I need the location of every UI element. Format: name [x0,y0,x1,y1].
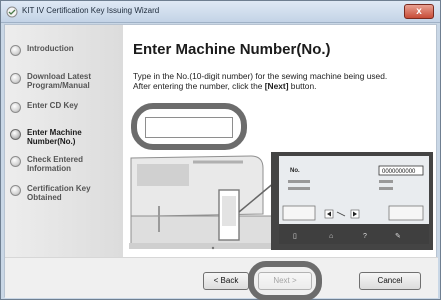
step-introduction: Introduction [10,44,119,56]
window-title: KIT IV Certification Key Issuing Wizard [22,6,160,15]
step-label: Check Entered Information [27,155,84,173]
instruction-next-emphasis: [Next] [264,81,289,91]
title-bar[interactable]: KIT IV Certification Key Issuing Wizard … [1,1,440,23]
step-label-current: Enter Machine Number(No.) [27,128,82,146]
screen-no-label: No. [290,168,300,174]
step-bullet-icon [10,45,21,56]
step-bullet-icon [10,156,21,167]
step-bullet-icon [10,185,21,196]
wizard-button-bar: < Back Next > Cancel [5,257,438,300]
next-button-label: Next > [273,276,297,285]
step-label: Introduction [27,44,74,53]
instruction-line-2-suffix: button. [288,81,317,91]
lcd-screen-image: No. 0000000000 ▯ ⌂ ? ✎ [271,152,433,250]
step-bullet-icon [10,102,21,113]
instruction-line-1: Type in the No.(10-digit number) for the… [133,71,388,81]
app-icon [6,6,18,18]
step-label: Enter CD Key [27,101,79,110]
close-icon: x [416,6,422,17]
machine-illustration: No. 0000000000 ▯ ⌂ ? ✎ [123,140,435,257]
screen-page-icon: ▯ [293,233,297,240]
step-sidebar: Introduction Download Latest Program/Man… [5,25,123,257]
step-check-info: Check Entered Information [10,155,119,173]
back-button[interactable]: < Back [203,272,249,290]
step-label: Download Latest Program/Manual [27,72,92,90]
instruction-line-2-prefix: After entering the number, click the [133,81,265,91]
screen-no-value: 0000000000 [382,169,416,175]
screen-settings-icon: ✎ [395,233,401,240]
step-enter-cd-key: Enter CD Key [10,101,119,113]
next-button[interactable]: Next > [258,272,312,290]
wizard-window: KIT IV Certification Key Issuing Wizard … [0,0,441,300]
screen-machine-icon: ⌂ [329,233,333,240]
step-enter-machine-number: Enter Machine Number(No.) [10,128,119,146]
step-label: Certification Key Obtained [27,184,91,202]
close-button[interactable]: x [404,4,434,19]
wizard-content: Introduction Download Latest Program/Man… [4,24,438,300]
cancel-button-label: Cancel [377,276,403,285]
cancel-button[interactable]: Cancel [359,272,421,290]
sewing-machine-image [129,155,285,250]
step-certification-obtained: Certification Key Obtained [10,184,119,202]
step-bullet-icon [10,73,21,84]
screen-help-icon: ? [363,233,367,240]
page-title: Enter Machine Number(No.) [133,41,331,58]
step-bullet-active-icon [10,129,21,140]
machine-number-input[interactable] [145,117,233,138]
step-download: Download Latest Program/Manual [10,72,119,90]
instruction-text: Type in the No.(10-digit number) for the… [133,71,433,91]
back-button-label: < Back [213,276,239,285]
